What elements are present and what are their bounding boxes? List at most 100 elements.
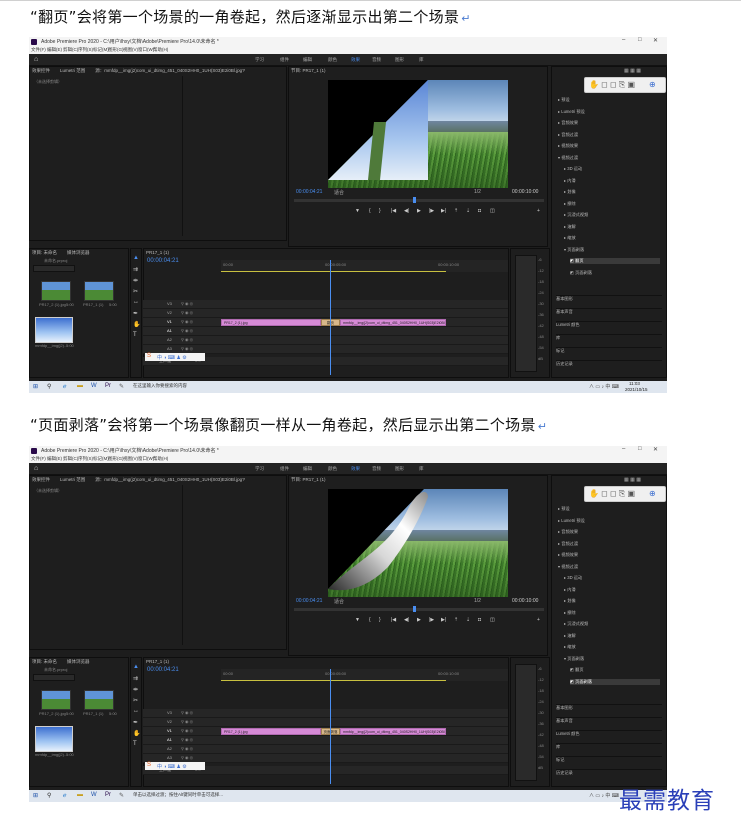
search-icon[interactable]: ⚲ [47,792,51,799]
workspace-tab[interactable]: 编辑 [303,466,312,472]
timeline-track[interactable]: V3 ⚲ ◉ ◎ [143,709,508,718]
razor-tool-icon[interactable]: ✂ [133,697,138,704]
side-panel-tab[interactable]: 库 [556,743,662,750]
bin-thumb-2[interactable] [84,281,114,301]
step-forward-icon[interactable]: |▶ [429,208,434,214]
home-icon[interactable]: ⌂ [34,56,38,63]
effects-tree-item[interactable]: ▸ 缩放 [564,644,576,650]
zoom-icon[interactable]: ⊕ [649,80,656,89]
workspace-tab[interactable]: 颜色 [328,466,337,472]
workspace-tab[interactable]: 图形 [395,57,404,63]
panel-tab[interactable]: 源：mmfdp__img(j2)com_ui_dtimg_451_040S2HH… [95,477,245,483]
effects-tree-item[interactable]: ▸ 擦除 [564,610,576,616]
timeline-track[interactable]: A2 ⚲ ◉ ◎ [143,336,508,345]
fit-dropdown[interactable]: 适合 [334,598,344,605]
tray-icons[interactable]: ∧ ▭ ♪ 中 ⌨ [589,383,619,390]
word-icon[interactable]: W [91,792,97,798]
workspace-tab[interactable]: 效果 [351,57,360,63]
taskbar-search-box[interactable]: 在这里输入你要搜索的内容 [133,383,187,389]
ripple-edit-icon[interactable]: ⇹ [133,686,138,693]
menu-item[interactable]: 图形(G) [108,47,124,53]
effects-tree-item[interactable]: ▸ 划像 [564,189,576,195]
work-area-bar[interactable] [221,680,446,681]
panel-tab[interactable]: 媒体浏览器 [67,659,90,664]
track-toggle-icons[interactable]: ⚲ ◉ ◎ [181,755,193,760]
resolution-dropdown[interactable]: 1/2 [474,189,481,195]
effects-tree-item[interactable]: ◩ 翻页 [570,667,584,673]
side-panel-tab[interactable]: 历史记录 [556,769,662,776]
timeline-track[interactable]: A1 ⚲ ◉ ◎ [143,736,508,745]
effects-tree-item[interactable]: ▸ Lumetri 预设 [558,109,585,115]
timeline-track[interactable]: V2 ⚲ ◉ ◎ [143,718,508,727]
track-toggle-icons[interactable]: ⚲ ◉ ◎ [181,719,193,724]
program-playhead[interactable] [413,197,416,203]
project-search-input[interactable] [33,265,75,272]
menu-item[interactable]: 窗口(W) [138,456,154,462]
ripple-edit-icon[interactable]: ⇹ [133,277,138,284]
side-panel-tab[interactable]: 基本声音 [556,308,662,315]
side-panel-tab[interactable]: 基本声音 [556,717,662,724]
effects-tree-item[interactable]: ▸ 3D 运动 [564,166,582,172]
pen-tool-icon[interactable]: ✒ [133,310,138,317]
menu-item[interactable]: 标记(M) [93,47,109,53]
workspace-tab[interactable]: 学习 [255,57,264,63]
effects-tree-item[interactable]: ▾ 页面剥落 [564,656,584,662]
folder-icon[interactable]: ▬ [77,383,83,389]
effects-tree-item[interactable]: ▸ 划像 [564,598,576,604]
track-toggle-icons[interactable]: ⚲ ◉ ◎ [181,301,193,306]
go-to-out-icon[interactable]: ▶| [441,617,446,623]
program-timecode[interactable]: 00:00:04:21 [296,189,322,195]
timeline-track[interactable]: V2 ⚲ ◉ ◎ [143,309,508,318]
side-panel-tab[interactable]: Lumetri 颜色 [556,321,662,328]
workspace-tab[interactable]: 音频 [372,466,381,472]
timeline-playhead[interactable] [330,260,331,375]
bin-thumb-1[interactable] [41,281,71,301]
step-back-icon[interactable]: ◀| [404,617,409,623]
resolution-dropdown[interactable]: 1/2 [474,598,481,604]
export-frame-icon[interactable]: ◘ [478,208,481,214]
play-icon[interactable]: ▶ [417,208,421,214]
effects-tree-item[interactable]: ▸ 预设 [558,97,570,103]
selection-tool-icon[interactable]: ▲ [133,255,139,261]
effects-tree-item[interactable]: ▸ 音频过渡 [558,132,578,138]
mark-out-icon[interactable]: } [379,617,381,623]
ime-icons[interactable]: 中 ◑ ⌨ ♟ ⚙ [157,354,187,361]
go-to-in-icon[interactable]: |◀ [391,617,396,623]
step-forward-icon[interactable]: |▶ [429,617,434,623]
compare-icon[interactable]: ◫ [490,208,495,214]
track-toggle-icons[interactable]: ⚲ ◉ ◎ [181,728,193,733]
zoom-icon[interactable]: ⊕ [649,489,656,498]
effects-tree-item[interactable]: ▸ 沉浸式视频 [564,621,588,627]
slip-tool-icon[interactable]: ↔ [133,299,139,305]
word-icon[interactable]: W [91,383,97,389]
new-bin-icons[interactable]: ▦ ▦ ▦ [624,68,641,74]
menu-item[interactable]: 窗口(W) [138,47,154,53]
effects-tree-item[interactable]: ▸ 擦除 [564,201,576,207]
clip-a[interactable]: PR17_2 (1).jpg [221,319,321,326]
workspace-tab[interactable]: 库 [419,57,424,63]
effects-tree-item[interactable]: ▾ 页面剥落 [564,247,584,253]
sequence-timecode[interactable]: 00:00:04:21 [147,667,179,673]
menu-item[interactable]: 文件(F) [31,47,46,53]
sogou-icon[interactable]: S [147,353,151,359]
menu-item[interactable]: 标记(M) [93,456,109,462]
effects-tree-item[interactable]: ▸ 缩放 [564,235,576,241]
minimize-icon[interactable]: – [622,37,625,43]
selection-tool-icon[interactable]: ▲ [133,664,139,670]
taskbar-search-box[interactable]: 单击以选择过渡；按住Alt键同时单击可选择... [133,792,223,798]
effects-tree-item[interactable]: ▸ 音频效果 [558,529,578,535]
slip-tool-icon[interactable]: ↔ [133,708,139,714]
new-bin-icons[interactable]: ▦ ▦ ▦ [624,477,641,483]
fit-dropdown[interactable]: 适合 [334,189,344,196]
menu-item[interactable]: 帮助(H) [153,456,168,462]
go-to-out-icon[interactable]: ▶| [441,208,446,214]
program-playhead[interactable] [413,606,416,612]
menu-item[interactable]: 帮助(H) [153,47,168,53]
menu-item[interactable]: 剪辑(C) [63,456,78,462]
export-frame-icon[interactable]: ◘ [478,617,481,623]
effects-tree-item[interactable]: ▸ 音频过渡 [558,541,578,547]
panel-tab[interactable]: 源：mmfdp__img(j2)com_ui_dtimg_451_040S2HH… [95,68,245,74]
panel-tab[interactable]: 效果控件 [32,477,50,482]
effects-tree-item[interactable]: ▸ 预设 [558,506,570,512]
close-icon[interactable]: ✕ [653,37,658,44]
